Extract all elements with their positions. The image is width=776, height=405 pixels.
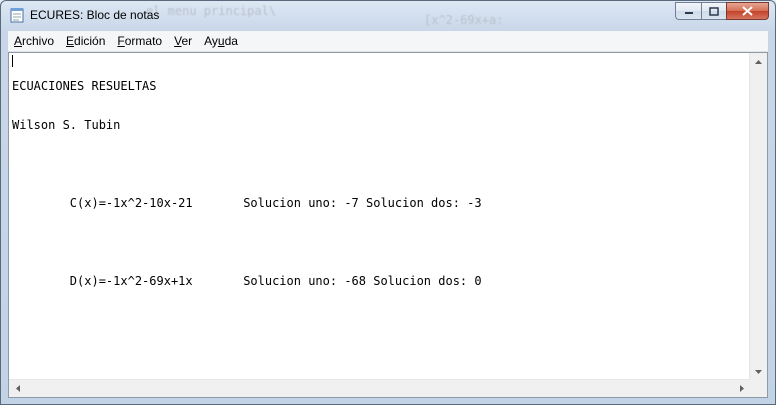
menu-ver[interactable]: Ver bbox=[168, 34, 198, 48]
close-button[interactable] bbox=[726, 2, 769, 20]
scroll-up-icon bbox=[755, 59, 762, 64]
menu-bar: Archivo Edición Formato Ver Ayuda bbox=[8, 31, 768, 52]
document-line: C(x)=-1x^2-10x-21 Solucion uno: -7 Soluc… bbox=[12, 196, 482, 210]
vertical-scrollbar[interactable] bbox=[749, 53, 767, 380]
document-line: Wilson S. Tubin bbox=[12, 118, 121, 132]
maximize-icon bbox=[709, 6, 719, 16]
horizontal-scrollbar[interactable] bbox=[9, 379, 750, 397]
window-controls bbox=[675, 2, 769, 22]
menu-ayuda[interactable]: Ayuda bbox=[198, 34, 244, 48]
document-line: D(x)=-1x^2-69x+1x Solucion uno: -68 Solu… bbox=[12, 274, 482, 288]
notepad-window: el menu principal\ [x^2-69x+a: ECURES: B… bbox=[0, 0, 776, 405]
notepad-icon bbox=[10, 8, 24, 23]
scroll-right-icon bbox=[739, 385, 744, 392]
menu-archivo[interactable]: Archivo bbox=[8, 34, 60, 48]
scroll-up-button[interactable] bbox=[750, 53, 767, 70]
maximize-button[interactable] bbox=[701, 2, 726, 20]
minimize-icon bbox=[684, 12, 693, 14]
close-icon bbox=[742, 6, 753, 16]
scrollbar-corner bbox=[750, 380, 767, 397]
scroll-left-button[interactable] bbox=[9, 380, 26, 397]
menu-edicion[interactable]: Edición bbox=[60, 34, 111, 48]
minimize-button[interactable] bbox=[675, 2, 701, 20]
document-text[interactable]: ECUACIONES RESUELTAS Wilson S. Tubin C(x… bbox=[12, 54, 747, 377]
text-caret bbox=[12, 55, 13, 67]
menu-formato[interactable]: Formato bbox=[111, 34, 168, 48]
scroll-left-icon bbox=[15, 385, 20, 392]
text-editor[interactable]: ECUACIONES RESUELTAS Wilson S. Tubin C(x… bbox=[8, 52, 768, 398]
scroll-down-icon bbox=[755, 369, 762, 374]
scroll-down-button[interactable] bbox=[750, 363, 767, 380]
scroll-right-button[interactable] bbox=[733, 380, 750, 397]
window-title: ECURES: Bloc de notas bbox=[30, 8, 160, 22]
document-line: ECUACIONES RESUELTAS bbox=[12, 79, 157, 93]
title-bar[interactable]: ECURES: Bloc de notas bbox=[1, 1, 775, 31]
